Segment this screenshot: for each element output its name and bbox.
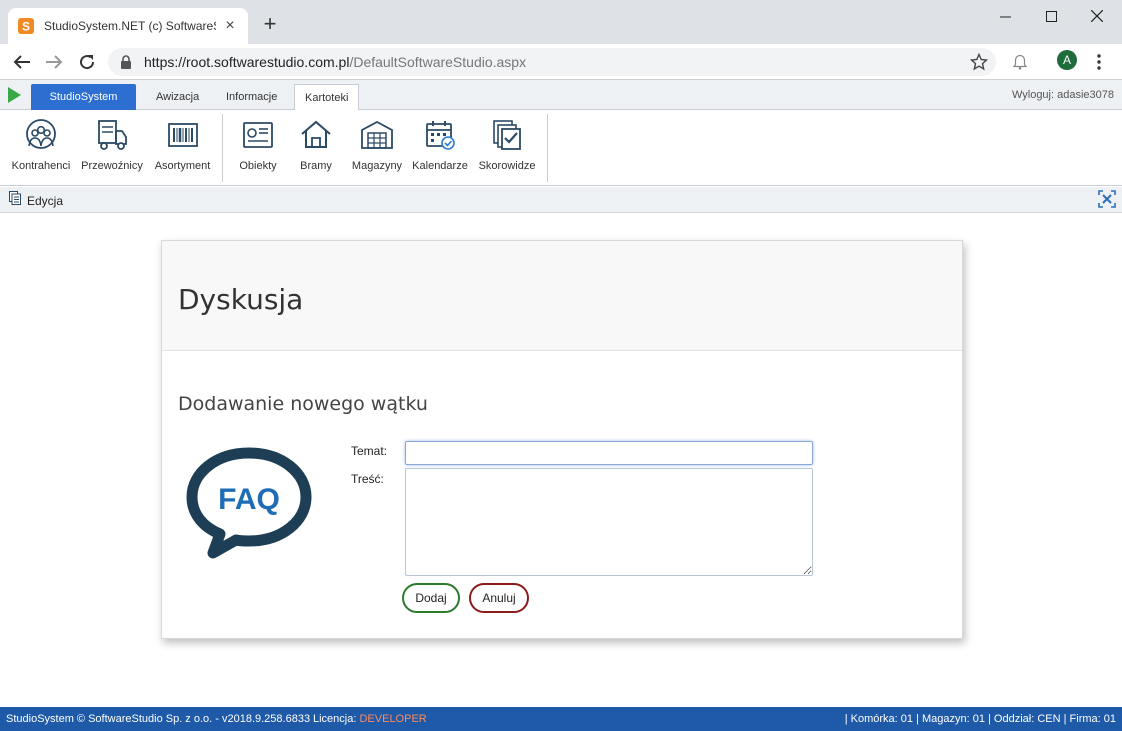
temat-label: Temat: [351, 444, 388, 458]
fullscreen-close-icon[interactable] [1098, 190, 1116, 208]
ribbon-skorowidze-button[interactable]: Skorowidze [479, 118, 535, 180]
ribbon-asortyment-button[interactable]: Asortyment [155, 118, 210, 180]
ribbon-divider [547, 114, 548, 182]
bell-icon [1013, 54, 1027, 70]
ribbon-label: Asortyment [154, 160, 211, 172]
truck-icon [98, 120, 127, 150]
index-icon [493, 120, 521, 150]
ribbon-kalendarze-button[interactable]: Kalendarze [412, 118, 468, 180]
ribbon-bramy-button[interactable]: Bramy [298, 118, 334, 180]
license-label: Licencja: [313, 713, 357, 725]
status-bar: StudioSystem © SoftwareStudio Sp. z o.o.… [0, 707, 1122, 731]
profile-avatar[interactable]: A [1057, 50, 1077, 70]
ribbon-label: Kalendarze [412, 160, 468, 172]
bookmark-star-icon[interactable] [970, 53, 988, 71]
ribbon-toolbar: Kontrahenci Przewoźnicy Asortyment Obiek… [0, 110, 1122, 186]
document-icon [9, 191, 21, 205]
new-tab-button[interactable]: + [258, 12, 282, 36]
tab-awizacja[interactable]: Awizacja [146, 84, 209, 110]
maximize-icon [1045, 10, 1057, 22]
license-info: Licencja: DEVELOPER [313, 707, 427, 731]
logout-link[interactable]: Wyloguj: adasie3078 [1012, 89, 1114, 101]
ribbon-label: Przewoźnicy [81, 160, 143, 172]
temat-input[interactable] [405, 441, 813, 465]
version-info: StudioSystem © SoftwareStudio Sp. z o.o.… [6, 713, 311, 725]
contractors-icon [26, 119, 56, 149]
ribbon-label: Magazyny [351, 160, 403, 172]
calendar-icon [426, 121, 455, 150]
page-title: Dyskusja [178, 283, 304, 316]
discussion-card: Dyskusja Dodawanie nowego wątku FAQ Tema… [161, 240, 963, 639]
tab-kartoteki[interactable]: Kartoteki [294, 84, 360, 111]
ribbon-divider [222, 114, 223, 182]
close-icon [1091, 10, 1103, 22]
app-tabbar: StudioSystem Awizacja Informacje Kartote… [0, 80, 1122, 111]
ribbon-obiekty-button[interactable]: Obiekty [238, 118, 278, 180]
browser-menu-button[interactable] [1087, 50, 1111, 74]
lock-icon [121, 55, 131, 69]
ribbon-label: Bramy [300, 160, 332, 172]
url-path: /DefaultSoftwareStudio.aspx [349, 54, 527, 70]
browser-titlebar: S StudioSystem.NET (c) SoftwareSt × + [0, 0, 1122, 44]
ribbon-kontrahenci-button[interactable]: Kontrahenci [11, 118, 71, 180]
ribbon-label: Obiekty [239, 160, 277, 172]
add-button[interactable]: Dodaj [402, 583, 460, 613]
ribbon-label: Kontrahenci [11, 160, 71, 172]
tresc-textarea[interactable] [405, 468, 813, 576]
kebab-menu-icon [1097, 54, 1101, 70]
object-icon [243, 122, 273, 148]
minimize-icon [999, 16, 1011, 17]
notification-button[interactable] [1008, 50, 1032, 74]
tab-studiosystem[interactable]: StudioSystem [31, 84, 136, 110]
barcode-icon [167, 123, 198, 147]
tab-title: StudioSystem.NET (c) SoftwareSt [44, 19, 216, 33]
tresc-label: Treść: [351, 472, 384, 486]
faq-text: FAQ [218, 483, 280, 516]
close-window-button[interactable] [1074, 0, 1120, 32]
house-icon [301, 120, 331, 148]
reload-button[interactable] [75, 50, 99, 74]
minimize-button[interactable] [982, 0, 1028, 32]
form-subtitle: Dodawanie nowego wątku [178, 393, 428, 415]
maximize-button[interactable] [1028, 0, 1074, 32]
edit-panel-title: Edycja [27, 194, 64, 208]
back-button[interactable] [10, 50, 34, 74]
faq-bubble-icon: FAQ [186, 447, 312, 559]
ribbon-label: Skorowidze [478, 160, 536, 172]
studiosystem-favicon-icon: S [18, 18, 34, 34]
forward-arrow-icon [46, 55, 63, 69]
edit-panel-header: Edycja [0, 187, 1122, 213]
play-icon[interactable] [8, 87, 21, 103]
url-bar[interactable]: https://root.softwarestudio.com.pl/Defau… [108, 48, 996, 76]
browser-tab[interactable]: S StudioSystem.NET (c) SoftwareSt × [8, 8, 248, 44]
svg-text:S: S [22, 20, 30, 34]
ribbon-przewoznicy-button[interactable]: Przewoźnicy [81, 118, 143, 180]
license-value: DEVELOPER [359, 713, 427, 725]
url-host: https://root.softwarestudio.com.pl [144, 54, 350, 70]
cancel-button[interactable]: Anuluj [469, 583, 529, 613]
forward-button[interactable] [42, 50, 66, 74]
close-tab-icon[interactable]: × [222, 17, 238, 35]
tab-informacje[interactable]: Informacje [216, 84, 287, 110]
reload-icon [80, 55, 95, 70]
location-info: | Komórka: 01 | Magazyn: 01 | Oddział: C… [844, 713, 1116, 725]
card-header: Dyskusja [162, 241, 962, 351]
address-toolbar: https://root.softwarestudio.com.pl/Defau… [0, 44, 1122, 80]
warehouse-icon [361, 120, 393, 149]
back-arrow-icon [13, 55, 30, 69]
ribbon-magazyny-button[interactable]: Magazyny [351, 118, 403, 180]
